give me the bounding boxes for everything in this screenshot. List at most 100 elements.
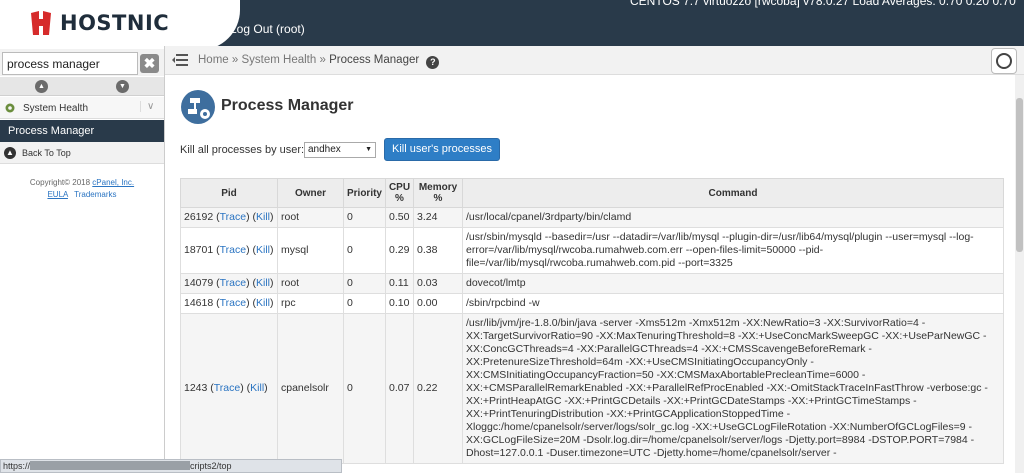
eula-link[interactable]: EULA xyxy=(47,190,67,199)
cpu-cell: 0.10 xyxy=(385,293,414,314)
trademarks-link[interactable]: Trademarks xyxy=(74,190,116,199)
gear-icon xyxy=(5,103,15,113)
kill-link[interactable]: Kill xyxy=(256,211,270,223)
chevron-down-icon[interactable]: ∨ xyxy=(140,101,154,112)
table-row: 18701 (Trace) (Kill) mysql 0 0.29 0.38/usr/s… xyxy=(180,227,1004,274)
cpu-cell: 0.29 xyxy=(385,227,414,274)
kill-link[interactable]: Kill xyxy=(256,244,270,256)
memory-cell: 0.22 xyxy=(413,313,463,464)
breadcrumb: Home » System Health » Process Manager ? xyxy=(198,54,440,69)
sidebar-item-label: Process Manager xyxy=(8,125,95,137)
sidebar: ✖ ▲ ▼ System Health ∨ Process Manager ▲ … xyxy=(0,46,165,473)
breadcrumb-separator: » xyxy=(228,54,242,66)
pid-cell: 14079 (Trace) (Kill) xyxy=(180,273,278,294)
copyright-text: Copyright© 2018 xyxy=(29,178,91,187)
sidebar-search: ✖ xyxy=(0,49,164,76)
trace-link[interactable]: Trace xyxy=(220,297,246,309)
memory-value: 0.03 xyxy=(417,277,438,289)
memory-cell: 3.24 xyxy=(413,207,463,228)
column-header-priority[interactable]: Priority xyxy=(343,178,386,208)
column-header-owner[interactable]: Owner xyxy=(277,178,344,208)
cpu-cell: 0.50 xyxy=(385,207,414,228)
pid-value: 18701 xyxy=(184,244,214,256)
priority-cell: 0 xyxy=(343,293,386,314)
help-icon[interactable]: ? xyxy=(426,56,440,69)
command-cell: dovecot/lmtp xyxy=(462,273,1004,294)
column-header-command[interactable]: Command xyxy=(462,178,1004,208)
breadcrumb-bar: Home » System Health » Process Manager ? xyxy=(165,46,1024,75)
priority-cell: 0 xyxy=(343,207,386,228)
table-row: 26192 (Trace) (Kill) root 0 0.50 3.24/usr/lo… xyxy=(180,207,1004,228)
search-input[interactable] xyxy=(2,52,138,75)
collapse-controls: ▲ ▼ xyxy=(0,77,164,96)
logout-link[interactable]: Log Out (root) xyxy=(230,22,305,36)
pid-value: 14618 xyxy=(184,297,214,309)
pid-cell: 18701 (Trace) (Kill) xyxy=(180,227,278,274)
lifesaver-support-icon[interactable] xyxy=(991,48,1017,74)
breadcrumb-home[interactable]: Home xyxy=(198,54,229,66)
menu-icon[interactable] xyxy=(172,54,188,66)
sidebar-section-system-health[interactable]: System Health ∨ xyxy=(0,97,164,119)
pid-cell: 14618 (Trace) (Kill) xyxy=(180,293,278,314)
status-bar-url: https:// cripts2/top xyxy=(0,459,342,473)
command-cell: /usr/sbin/mysqld --basedir=/usr --datadi… xyxy=(462,227,1004,274)
sidebar-section-label: System Health xyxy=(23,103,89,114)
collapse-all-button[interactable]: ▲ xyxy=(35,80,48,93)
redacted-url xyxy=(30,461,191,470)
cpu-cell: 0.11 xyxy=(385,273,414,294)
scrollbar-thumb[interactable] xyxy=(1016,98,1023,252)
copyright: Copyright© 2018 cPanel, Inc. EULA Tradem… xyxy=(0,177,164,201)
kill-user-processes-button[interactable]: Kill user's processes xyxy=(384,138,500,161)
kill-user-label: Kill all processes by user: xyxy=(180,144,305,156)
table-row: 14079 (Trace) (Kill) root 0 0.11 0.03 dovecot… xyxy=(180,273,1004,294)
trace-link[interactable]: Trace xyxy=(220,277,246,289)
clear-search-button[interactable]: ✖ xyxy=(140,54,159,73)
owner-cell: rpc xyxy=(277,293,344,314)
column-header-cpu[interactable]: CPU % xyxy=(385,178,414,208)
status-url-prefix: https:// xyxy=(3,461,31,471)
cpanel-link[interactable]: cPanel, Inc. xyxy=(92,178,134,187)
process-manager-icon xyxy=(181,90,215,124)
owner-cell: root xyxy=(277,273,344,294)
memory-cell: 0.03 xyxy=(413,273,463,294)
kill-link[interactable]: Kill xyxy=(256,277,270,289)
command-cell: /sbin/rpcbind -w xyxy=(462,293,1004,314)
priority-cell: 0 xyxy=(343,273,386,294)
user-select[interactable]: andhex ▼ xyxy=(304,142,376,158)
memory-cell: 0.38 xyxy=(413,227,463,274)
expand-all-button[interactable]: ▼ xyxy=(116,80,129,93)
server-info: CENTOS 7.7 virtuozzo [rwcoba] v78.0.27 L… xyxy=(630,0,1016,8)
memory-cell: 0.00 xyxy=(413,293,463,314)
kill-link[interactable]: Kill xyxy=(250,382,264,394)
priority-cell: 0 xyxy=(343,313,386,464)
table-header-row: Pid Owner Priority CPU % Memory % Comman… xyxy=(180,178,1004,208)
breadcrumb-current: Process Manager xyxy=(329,54,420,66)
brand-name: HOSTNIC xyxy=(60,11,170,35)
column-header-pid[interactable]: Pid xyxy=(180,178,278,208)
breadcrumb-section[interactable]: System Health xyxy=(241,54,316,66)
table-row: 14618 (Trace) (Kill) rpc 0 0.10 0.00/sbin/rp… xyxy=(180,293,1004,314)
kill-user-processes-form: Kill all processes by user: andhex ▼ Kil… xyxy=(180,138,680,163)
pid-cell: 1243 (Trace) (Kill) xyxy=(180,313,278,464)
arrow-up-icon: ▲ xyxy=(4,147,16,159)
user-select-value: andhex xyxy=(308,144,341,155)
sidebar-item-process-manager[interactable]: Process Manager xyxy=(0,120,164,142)
vertical-scrollbar[interactable] xyxy=(1015,75,1024,473)
back-to-top-link[interactable]: ▲ Back To Top xyxy=(0,142,164,164)
logo[interactable]: HOSTNIC xyxy=(0,0,240,50)
trace-link[interactable]: Trace xyxy=(220,211,246,223)
chevron-down-icon: ▼ xyxy=(365,146,372,153)
memory-value: 0.00 xyxy=(417,297,438,309)
owner-cell: mysql xyxy=(277,227,344,274)
kill-link[interactable]: Kill xyxy=(256,297,270,309)
pid-value: 1243 xyxy=(184,382,208,394)
memory-value: 0.38 xyxy=(417,244,438,256)
trace-link[interactable]: Trace xyxy=(220,244,246,256)
pid-value: 26192 xyxy=(184,211,214,223)
column-header-memory[interactable]: Memory % xyxy=(413,178,463,208)
priority-cell: 0 xyxy=(343,227,386,274)
pid-cell: 26192 (Trace) (Kill) xyxy=(180,207,278,228)
table-row: 1243 (Trace) (Kill) cpanelsolr 0 0.07 0.22/u… xyxy=(180,313,1004,464)
trace-link[interactable]: Trace xyxy=(214,382,240,394)
cpu-cell: 0.07 xyxy=(385,313,414,464)
